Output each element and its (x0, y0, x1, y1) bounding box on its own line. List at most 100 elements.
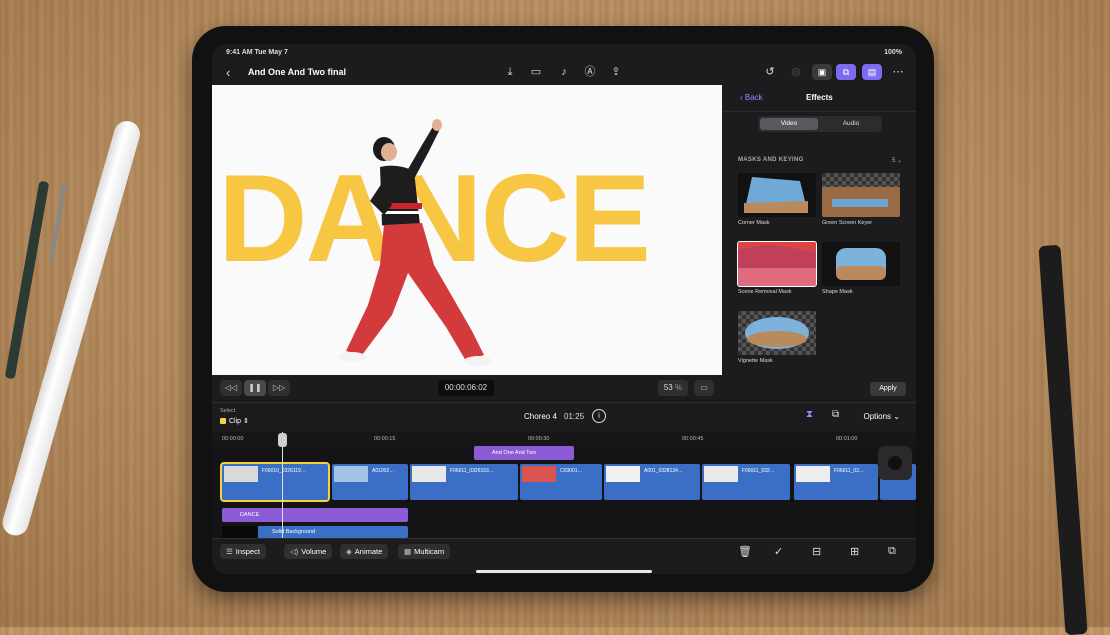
video-viewer[interactable]: DANCE (212, 85, 722, 375)
app-toolbar: ‹ And One And Two final ⤓ ▭ ♪ Ⓐ ⇪ ↺ ◎ ▣ … (212, 62, 916, 84)
animate-button[interactable]: ◈ Animate (340, 544, 389, 559)
background-clip-label: Solid Background (272, 529, 316, 535)
inspect-label: Inspect (235, 547, 260, 556)
panel-header: ‹ Back Effects (724, 85, 916, 112)
pencil-icon[interactable]: Ⓐ (582, 64, 598, 80)
timeline-tracks[interactable]: And One And Two F06010_0326119… A01002… … (212, 446, 916, 538)
solid-background-clip[interactable]: Solid Background (222, 526, 408, 538)
options-button[interactable]: Options ⌄ (863, 412, 900, 421)
clip-appearance-icon[interactable]: ⧉ (832, 409, 839, 420)
dancer-figure (338, 119, 492, 366)
video-clip[interactable]: F06011_03… (794, 464, 878, 500)
clip-thumbnail (522, 466, 556, 482)
info-icon[interactable]: i (592, 409, 606, 423)
panel-back-button[interactable]: ‹ Back (740, 93, 763, 102)
tab-audio[interactable]: Audio (822, 118, 880, 130)
timeline-duration: 01:25 (564, 412, 585, 421)
battery-level: 100% (884, 49, 902, 56)
clip-square-icon (220, 418, 226, 424)
effects-icon[interactable]: ⧉ (836, 64, 856, 80)
clip-thumbnail (796, 466, 830, 482)
playhead-line[interactable] (282, 432, 283, 552)
list-icon: ☰ (226, 547, 233, 556)
effect-shape-mask[interactable]: Shape Mask (822, 242, 902, 295)
dance-title-clip[interactable]: DANCE (222, 508, 408, 522)
viewer-controls: ◁◁ ❚❚ ▷▷ 00:00:06:02 53 % ▭ (212, 375, 722, 401)
microphone-icon[interactable]: ♪ (556, 64, 572, 80)
camera-icon[interactable]: ▭ (528, 64, 544, 80)
video-clip[interactable]: A001_0328134… (604, 464, 700, 500)
effect-green-screen-keyer[interactable]: Green Screen Keyer (822, 173, 902, 226)
video-clip[interactable]: A01002… (332, 464, 408, 500)
clip-thumbnail (224, 466, 258, 482)
grid-icon: ▦ (404, 547, 412, 556)
home-indicator[interactable] (476, 570, 652, 573)
section-title: MASKS AND KEYING (738, 157, 804, 163)
clip-label: F06011_0326153… (450, 468, 494, 474)
select-mode-value: Clip (229, 418, 242, 425)
detach-icon[interactable]: ⊞ (850, 545, 859, 558)
ruler-mark: 00:01:00 (836, 436, 858, 442)
jog-wheel-knob[interactable] (888, 456, 902, 470)
effect-thumbnail (822, 242, 900, 286)
multicam-button[interactable]: ▦ Multicam (398, 544, 451, 559)
zoom-value: 53 (663, 383, 673, 392)
inspector-icon[interactable]: ▤ (862, 64, 882, 80)
effect-label: Scene Removal Mask (738, 289, 792, 295)
speaker-icon: ◁) (290, 547, 299, 556)
chevron-left-icon[interactable]: ‹ (226, 65, 230, 80)
rewind-button[interactable]: ◁◁ (220, 380, 242, 396)
bottom-toolbar: ☰ Inspect ◁) Volume ◈ Animate ▦ Multicam 🗑 ✓… (212, 538, 916, 574)
split-icon[interactable]: ⊟ (812, 545, 821, 558)
clip-thumbnail (334, 466, 368, 482)
clip-thumbnail (412, 466, 446, 482)
video-clip[interactable]: F06011_032… (702, 464, 790, 500)
import-icon[interactable]: ⤓ (502, 64, 518, 80)
panel-back-label: Back (744, 93, 763, 102)
multicam-label: Multicam (414, 547, 445, 556)
video-clip[interactable]: C03001… (520, 464, 602, 500)
photos-icon[interactable]: ▣ (812, 64, 832, 80)
share-icon[interactable]: ⇪ (608, 64, 624, 80)
effect-vignette-mask[interactable]: Vignette Mask (738, 311, 818, 364)
clip-label: F06011_032… (742, 468, 775, 474)
inspect-button[interactable]: ☰ Inspect (220, 544, 266, 559)
forward-button[interactable]: ▷▷ (268, 380, 290, 396)
select-mode-picker[interactable]: Clip ⇕ (220, 417, 249, 425)
viewer-layout-icon[interactable]: ▭ (694, 380, 714, 396)
tab-video[interactable]: Video (760, 118, 818, 130)
project-title: And One And Two final (248, 67, 346, 77)
timeline-project-name: Choreo 4 (524, 412, 557, 421)
clip-label: C03001… (560, 468, 583, 474)
playhead-handle[interactable] (278, 433, 287, 447)
options-label: Options (863, 412, 892, 421)
keyframe-icon: ◈ (346, 547, 352, 556)
effect-scene-removal-mask[interactable]: Scene Removal Mask (737, 241, 818, 295)
volume-button[interactable]: ◁) Volume (284, 544, 333, 559)
section-count[interactable]: 5 ⌄ (892, 157, 902, 164)
title-clip[interactable]: And One And Two (474, 446, 574, 460)
history-icon[interactable]: ↺ (762, 64, 778, 80)
zoom-level[interactable]: 53 % (658, 380, 688, 396)
snapping-icon[interactable]: ⧗ (806, 409, 813, 420)
apply-button[interactable]: Apply (870, 382, 906, 396)
replace-icon[interactable]: ⧉ (888, 545, 896, 558)
clip-label: F06010_0326119… (262, 468, 306, 474)
pause-button[interactable]: ❚❚ (244, 380, 266, 396)
status-bar: 9:41 AM Tue May 7 100% (212, 44, 916, 60)
effect-label: Vignette Mask (738, 358, 773, 364)
checkmark-icon[interactable]: ✓ (774, 545, 783, 558)
effect-label: Corner Mask (738, 220, 770, 226)
effect-corner-mask[interactable]: Corner Mask (738, 173, 818, 226)
timeline-ruler[interactable]: 00:00:00 00:00:15 00:00:30 00:00:45 00:0… (212, 432, 916, 446)
ruler-mark: 00:00:30 (528, 436, 550, 442)
video-clip[interactable]: F06010_0326119… (220, 462, 330, 502)
video-clip[interactable]: F06011_0326153… (410, 464, 518, 500)
section-count-value: 5 (891, 158, 896, 164)
timecode-display: 00:00:06:02 (438, 380, 494, 396)
clip-label: A01002… (372, 468, 395, 474)
more-icon[interactable]: ⋯ (890, 64, 906, 80)
trash-icon[interactable]: 🗑 (738, 545, 752, 558)
ruler-mark: 00:00:00 (222, 436, 244, 442)
clip-thumbnail (606, 466, 640, 482)
